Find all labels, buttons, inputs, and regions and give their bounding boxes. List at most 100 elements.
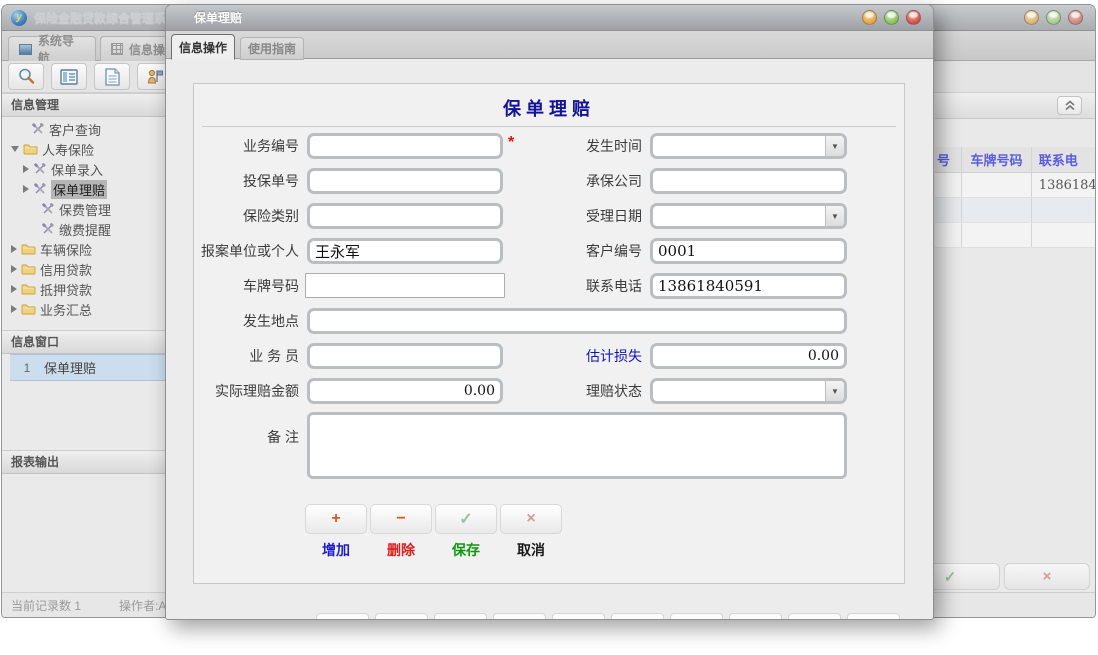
chevron-down-icon[interactable]	[11, 146, 19, 152]
bottom-toolbar-button[interactable]	[493, 613, 546, 620]
minimize-button[interactable]	[862, 10, 877, 25]
tab-user-guide[interactable]: 使用指南	[240, 37, 304, 60]
chevron-right-icon[interactable]	[11, 245, 17, 253]
chevron-down-icon: ▼	[831, 212, 839, 221]
sidebar-item-customer-query[interactable]: 客户查询	[2, 119, 166, 139]
screen: y 保险金融贷款综合管理系统( 系统导航 信息操作	[0, 0, 1098, 655]
bottom-toolbar-button[interactable]	[552, 613, 605, 620]
sidebar-item-vehicle-insurance[interactable]: 车辆保险	[2, 239, 166, 259]
chevron-right-icon[interactable]	[23, 165, 29, 173]
tree-item-label: 车辆保险	[40, 240, 92, 259]
chevron-right-icon[interactable]	[23, 185, 29, 193]
row-index: 1	[10, 361, 44, 375]
search-button[interactable]	[8, 63, 44, 90]
records-table: 号 车牌号码 联系电 13861840591	[935, 147, 1095, 248]
insurer-input[interactable]	[650, 168, 847, 194]
remark-textarea[interactable]	[307, 412, 847, 479]
minimize-button[interactable]	[1024, 10, 1039, 25]
bottom-toolbar-button[interactable]	[670, 613, 723, 620]
maximize-button[interactable]	[1046, 10, 1061, 25]
tree-item-label: 抵押贷款	[40, 280, 92, 299]
delete-button[interactable]: −	[370, 504, 432, 534]
save-button[interactable]: ✓	[435, 504, 497, 534]
accept-date-select[interactable]: ▼	[650, 203, 847, 229]
add-button[interactable]: +	[305, 504, 367, 534]
dialog-title: 保单理赔	[194, 9, 242, 26]
column-header-phone[interactable]: 联系电	[1032, 147, 1095, 172]
column-header-plate[interactable]: 车牌号码	[962, 147, 1032, 172]
bottom-toolbar-button[interactable]	[847, 613, 900, 620]
bottom-toolbar-button[interactable]	[788, 613, 841, 620]
dropdown-button[interactable]: ▼	[825, 136, 844, 156]
location-input[interactable]	[307, 308, 847, 334]
chevron-right-icon[interactable]	[11, 285, 17, 293]
document-button[interactable]	[94, 63, 130, 90]
cancel-button[interactable]: ×	[500, 504, 562, 534]
collapse-button[interactable]	[1057, 96, 1082, 115]
background-cancel-button[interactable]: ×	[1004, 563, 1090, 590]
tool-icon	[31, 122, 45, 136]
maximize-button[interactable]	[884, 10, 899, 25]
reporter-input[interactable]	[307, 238, 503, 264]
dialog-titlebar[interactable]: 保单理赔	[166, 5, 933, 31]
sidebar-item-business-summary[interactable]: 业务汇总	[2, 299, 166, 319]
policy-no-input[interactable]	[307, 168, 503, 194]
estimated-loss-input[interactable]	[650, 343, 847, 369]
phone-input[interactable]	[650, 273, 847, 299]
sidebar: 信息管理 客户查询 人寿保险	[2, 93, 166, 591]
bottom-toolbar-button[interactable]	[375, 613, 428, 620]
info-window-row[interactable]: 1 保单理赔	[10, 354, 165, 381]
tab-info-operate[interactable]: 信息操作	[171, 34, 235, 60]
section-header-report-output[interactable]: 报表输出	[2, 450, 165, 474]
bottom-toolbar-button[interactable]	[316, 613, 369, 620]
business-no-input[interactable]	[307, 133, 503, 159]
table-row[interactable]	[935, 198, 1095, 223]
claim-status-select[interactable]: ▼	[650, 378, 847, 404]
occur-time-select[interactable]: ▼	[650, 133, 847, 159]
tool-icon	[41, 202, 55, 216]
chevron-right-icon[interactable]	[11, 305, 17, 313]
sidebar-item-premium-management[interactable]: 保费管理	[2, 199, 166, 219]
dropdown-button[interactable]: ▼	[825, 381, 844, 401]
cancel-button-label[interactable]: 取消	[500, 540, 562, 560]
table-row[interactable]: 13861840591	[935, 173, 1095, 198]
cross-icon: ×	[526, 510, 535, 528]
tab-system-nav[interactable]: 系统导航	[8, 36, 96, 61]
customer-no-input[interactable]	[650, 238, 847, 264]
delete-button-label[interactable]: 删除	[370, 540, 432, 560]
column-header[interactable]: 号	[935, 147, 962, 172]
check-icon: ✓	[459, 509, 472, 529]
main-window-title: 保险金融贷款综合管理系统(	[34, 9, 182, 26]
close-button[interactable]	[906, 10, 921, 25]
sidebar-item-life-insurance[interactable]: 人寿保险	[2, 139, 166, 159]
actual-amount-input[interactable]	[307, 378, 503, 404]
form-heading: 保单理赔	[194, 95, 904, 121]
add-button-label[interactable]: 增加	[305, 540, 367, 560]
list-icon	[60, 69, 78, 85]
bottom-toolbar-button[interactable]	[434, 613, 487, 620]
sidebar-item-payment-reminder[interactable]: 缴费提醒	[2, 219, 166, 239]
sidebar-item-policy-claims[interactable]: 保单理赔	[2, 179, 166, 199]
section-header-info-window[interactable]: 信息窗口	[2, 330, 165, 354]
dropdown-button[interactable]: ▼	[825, 206, 844, 226]
list-button[interactable]	[51, 63, 87, 90]
section-header-info-management[interactable]: 信息管理	[2, 93, 165, 117]
sidebar-item-credit-loan[interactable]: 信用贷款	[2, 259, 166, 279]
sidebar-item-mortgage-loan[interactable]: 抵押贷款	[2, 279, 166, 299]
tree-item-label: 人寿保险	[42, 140, 94, 159]
user-icon	[146, 68, 164, 86]
sidebar-item-policy-entry[interactable]: 保单录入	[2, 159, 166, 179]
close-button[interactable]	[1068, 10, 1083, 25]
search-icon	[17, 67, 36, 86]
save-button-label[interactable]: 保存	[435, 540, 497, 560]
bottom-toolbar-button[interactable]	[611, 613, 664, 620]
insurance-type-input[interactable]	[307, 203, 503, 229]
salesman-input[interactable]	[307, 343, 503, 369]
check-icon: ✓	[944, 568, 957, 586]
chevron-right-icon[interactable]	[11, 265, 17, 273]
bottom-toolbar-button[interactable]	[729, 613, 782, 620]
plus-icon: +	[331, 510, 340, 528]
tree-item-label: 客户查询	[49, 120, 101, 139]
table-row[interactable]	[935, 223, 1095, 248]
plate-no-input[interactable]	[305, 273, 505, 298]
